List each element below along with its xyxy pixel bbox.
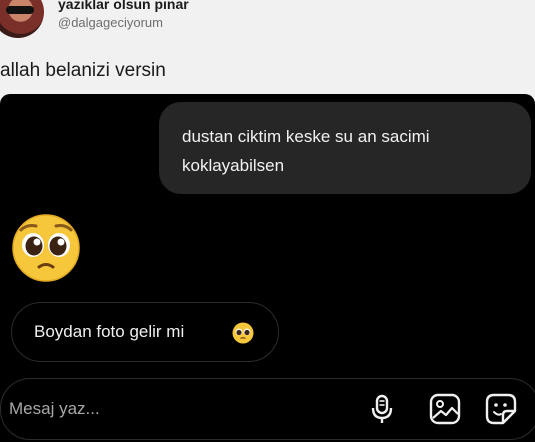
avatar[interactable]: [0, 0, 44, 38]
message-composer: [0, 378, 535, 440]
display-name[interactable]: yazıklar olsun pınar: [58, 0, 189, 12]
pleading-face-small-icon: [232, 322, 254, 344]
chat-screenshot: dustan ciktim keske su an sacimi koklaya…: [0, 94, 535, 442]
tweet-header: yazıklar olsun pınar @dalgageciyorum all…: [0, 0, 535, 92]
message-input[interactable]: [9, 397, 309, 421]
received-message-bubble: Boydan foto gelir mi: [11, 302, 279, 362]
sticker-icon[interactable]: [484, 392, 518, 426]
pleading-face-emoji: [12, 214, 80, 282]
received-message-text: Boydan foto gelir mi: [34, 322, 185, 341]
gallery-icon[interactable]: [428, 392, 462, 426]
username-handle[interactable]: @dalgageciyorum: [58, 15, 163, 30]
tweet-text: allah belanizi versin: [0, 60, 166, 81]
sent-message-bubble: dustan ciktim keske su an sacimi koklaya…: [159, 102, 531, 194]
microphone-icon[interactable]: [365, 392, 399, 426]
